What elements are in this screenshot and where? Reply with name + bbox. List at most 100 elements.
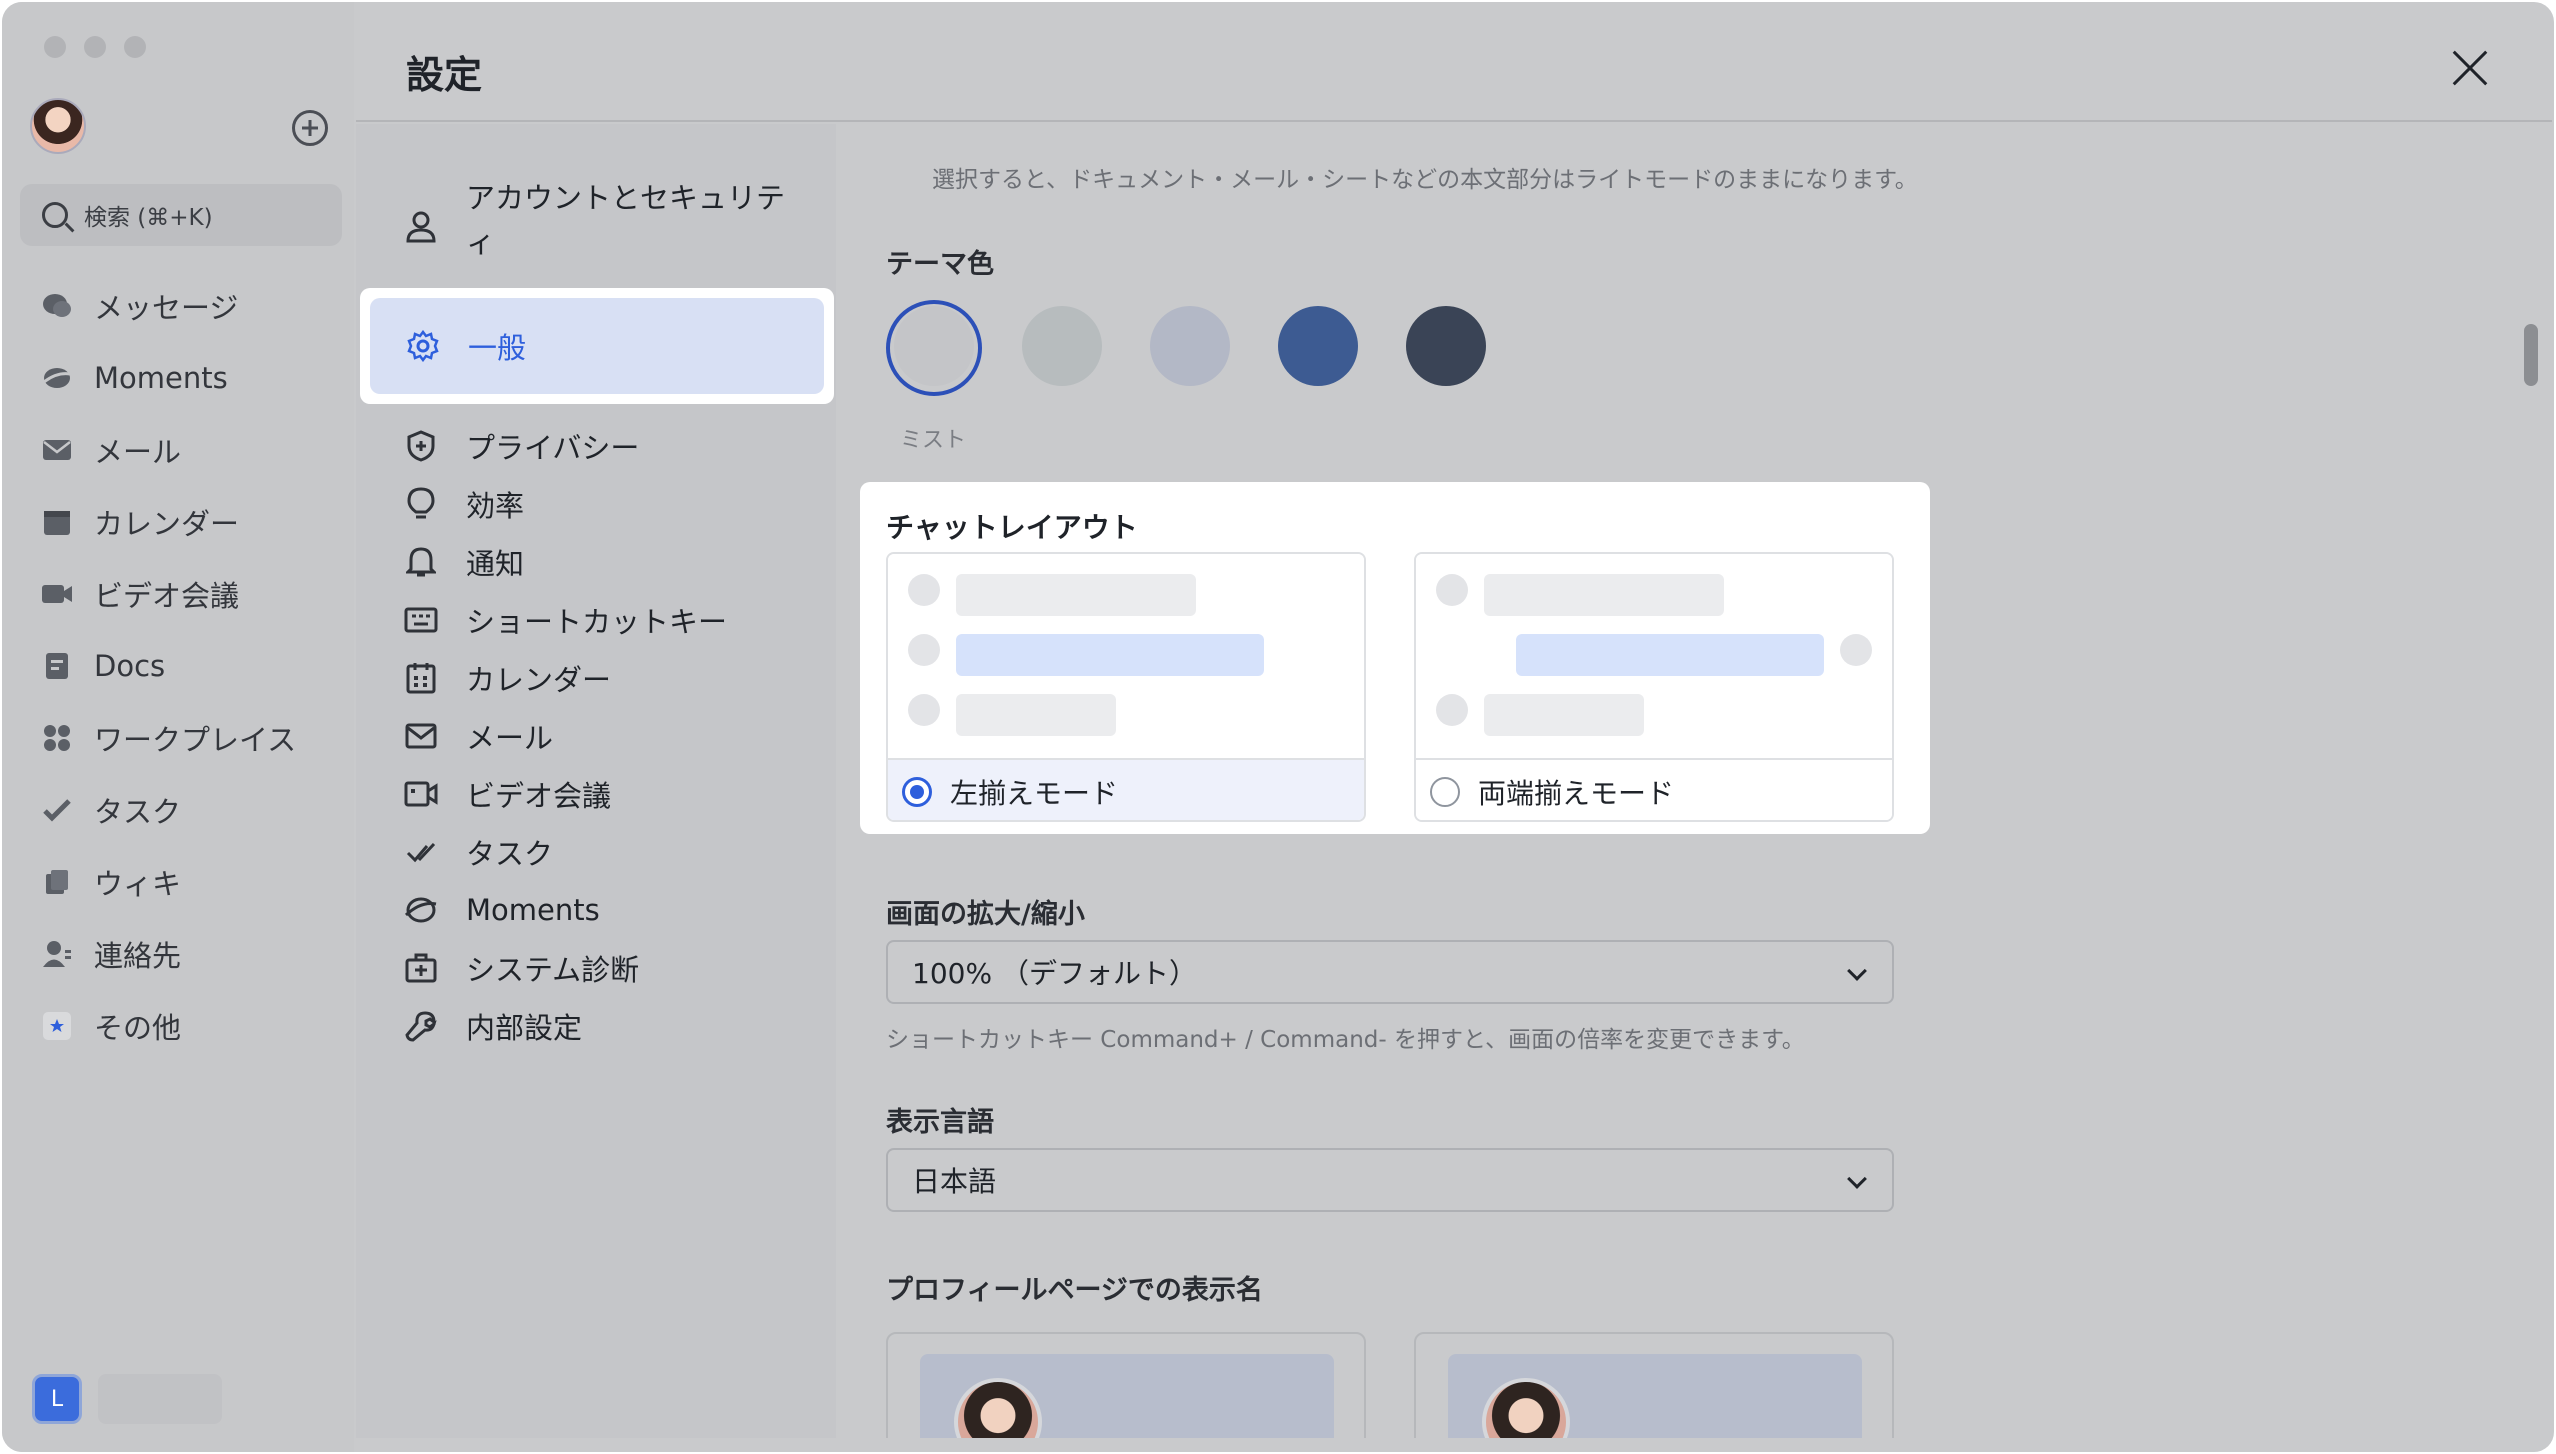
layout-left-label: 左揃えモード — [950, 777, 1119, 810]
settings-nav: アカウントとセキュリティ 一般 プライバシー 効率 通知 ショートカットキー カ… — [356, 124, 836, 1438]
settings-nav-item-efficiency[interactable]: 効率 — [368, 476, 828, 532]
app-nav-item-mail[interactable]: メール — [20, 414, 342, 486]
content-scrollbar[interactable] — [2524, 324, 2538, 386]
chat-layout-card: チャットレイアウト 左揃えモード 両端揃えモード — [860, 482, 1930, 834]
theme-swatch-2[interactable] — [1022, 306, 1102, 386]
task-icon — [40, 795, 74, 825]
settings-nav-label: 内部設定 — [466, 1011, 583, 1045]
language-select[interactable]: 日本語 — [886, 1148, 1894, 1212]
theme-label: テーマ色 — [886, 249, 994, 280]
zoom-select[interactable]: 100% （デフォルト） — [886, 940, 1894, 1004]
create-plus-button[interactable] — [292, 110, 328, 146]
user-avatar[interactable] — [30, 98, 86, 154]
app-nav-label: Moments — [94, 361, 228, 395]
window-zoom-button[interactable] — [124, 36, 146, 58]
workplace-icon — [40, 723, 74, 753]
profile-name-option-1[interactable] — [886, 1332, 1366, 1438]
zoom-hint: ショートカットキー Command+ / Command- を押すと、画面の倍率… — [886, 1027, 1805, 1053]
settings-nav-label: システム診断 — [466, 953, 640, 987]
app-nav-item-tasks[interactable]: タスク — [20, 774, 342, 846]
video-icon — [40, 579, 74, 609]
calendar-icon — [40, 507, 74, 537]
settings-nav-label: カレンダー — [466, 663, 612, 697]
gear-icon — [406, 329, 440, 363]
settings-nav-item-general[interactable]: 一般 — [360, 288, 834, 404]
theme-swatch-5[interactable] — [1406, 306, 1486, 386]
app-nav-item-messages[interactable]: メッセージ — [20, 270, 342, 342]
settings-nav-item-internal[interactable]: 内部設定 — [368, 998, 828, 1054]
app-nav-label: 連絡先 — [94, 939, 182, 973]
profile-name-option-2[interactable] — [1414, 1332, 1894, 1438]
layout-left-radio[interactable] — [902, 777, 932, 807]
app-nav-item-calendar[interactable]: カレンダー — [20, 486, 342, 558]
app-nav-item-moments[interactable]: Moments — [20, 342, 342, 414]
workspace-name-placeholder — [98, 1374, 222, 1424]
settings-nav-item-tasks[interactable]: タスク — [368, 824, 828, 880]
keyboard-icon — [404, 603, 438, 637]
settings-nav-item-diagnosis[interactable]: システム診断 — [368, 940, 828, 996]
app-nav-item-workplace[interactable]: ワークプレイス — [20, 702, 342, 774]
theme-swatch-4[interactable] — [1278, 306, 1358, 386]
chevron-down-icon — [1847, 1169, 1867, 1189]
close-icon[interactable] — [2450, 48, 2490, 88]
window-minimize-button[interactable] — [84, 36, 106, 58]
dark-mode-hint: 選択すると、ドキュメント・メール・シートなどの本文部分はライトモードのままになり… — [932, 167, 1918, 193]
settings-nav-label: アカウントとセキュリティ — [466, 181, 786, 259]
settings-nav-item-shortcuts[interactable]: ショートカットキー — [368, 592, 828, 648]
app-nav-item-docs[interactable]: Docs — [20, 630, 342, 702]
app-nav-label: ウィキ — [94, 867, 182, 901]
window-close-button[interactable] — [44, 36, 66, 58]
moments-icon — [40, 363, 74, 393]
bulb-icon — [404, 487, 438, 521]
theme-swatch-3[interactable] — [1150, 306, 1230, 386]
settings-nav-item-video[interactable]: ビデオ会議 — [368, 766, 828, 822]
mail-icon — [40, 435, 74, 465]
search-placeholder: 検索 (⌘+K) — [84, 205, 213, 231]
settings-nav-label: 通知 — [466, 547, 525, 581]
settings-nav-item-privacy[interactable]: プライバシー — [368, 418, 828, 474]
app-nav-label: メール — [94, 435, 182, 469]
docs-icon — [40, 651, 74, 681]
app-sidebar: 検索 (⌘+K) メッセージ Moments メール カレンダー ビデオ会議 D… — [2, 2, 354, 1452]
settings-nav-label: Moments — [466, 893, 600, 927]
workspace-badge[interactable]: L — [32, 1374, 82, 1424]
settings-nav-label: プライバシー — [466, 431, 640, 465]
app-nav-item-wiki[interactable]: ウィキ — [20, 846, 342, 918]
settings-nav-item-moments[interactable]: Moments — [368, 882, 828, 938]
layout-option-left[interactable]: 左揃えモード — [886, 552, 1366, 822]
search-input[interactable]: 検索 (⌘+K) — [20, 184, 342, 246]
app-nav-label: ワークプレイス — [94, 723, 297, 757]
layout-option-left-footer: 左揃えモード — [888, 760, 1364, 820]
settings-nav-item-mail[interactable]: メール — [368, 708, 828, 764]
task-icon — [404, 835, 438, 869]
shield-icon — [404, 429, 438, 463]
theme-swatch-mist[interactable] — [894, 306, 974, 386]
settings-nav-label: 効率 — [466, 489, 525, 523]
settings-nav-label: メール — [466, 721, 554, 755]
settings-nav-item-account[interactable]: アカウントとセキュリティ — [368, 176, 828, 276]
app-nav-item-contacts[interactable]: 連絡先 — [20, 918, 342, 990]
app-nav-item-more[interactable]: その他 — [20, 990, 342, 1062]
app-window: 検索 (⌘+K) メッセージ Moments メール カレンダー ビデオ会議 D… — [2, 2, 2554, 1452]
video-icon — [404, 777, 438, 811]
settings-nav-item-notifications[interactable]: 通知 — [368, 534, 828, 590]
app-nav-item-video[interactable]: ビデオ会議 — [20, 558, 342, 630]
theme-selected-name: ミスト — [900, 428, 967, 453]
general-settings-content: 選択すると、ドキュメント・メール・シートなどの本文部分はライトモードのままになり… — [836, 124, 2552, 1438]
app-nav-label: タスク — [94, 795, 182, 829]
contacts-icon — [40, 939, 74, 969]
settings-nav-label: タスク — [466, 837, 554, 871]
layout-both-radio[interactable] — [1430, 777, 1460, 807]
mail-icon — [404, 719, 438, 753]
page-title: 設定 — [406, 53, 483, 97]
app-nav-label: Docs — [94, 649, 166, 683]
settings-nav-item-calendar[interactable]: カレンダー — [368, 650, 828, 706]
layout-option-both[interactable]: 両端揃えモード — [1414, 552, 1894, 822]
settings-header: 設定 — [356, 14, 2552, 122]
chat-layout-label: チャットレイアウト — [886, 511, 1138, 544]
chevron-down-icon — [1847, 961, 1867, 981]
app-nav-label: カレンダー — [94, 507, 240, 541]
more-icon — [40, 1011, 74, 1041]
search-icon — [42, 202, 68, 228]
language-label: 表示言語 — [886, 1107, 994, 1138]
